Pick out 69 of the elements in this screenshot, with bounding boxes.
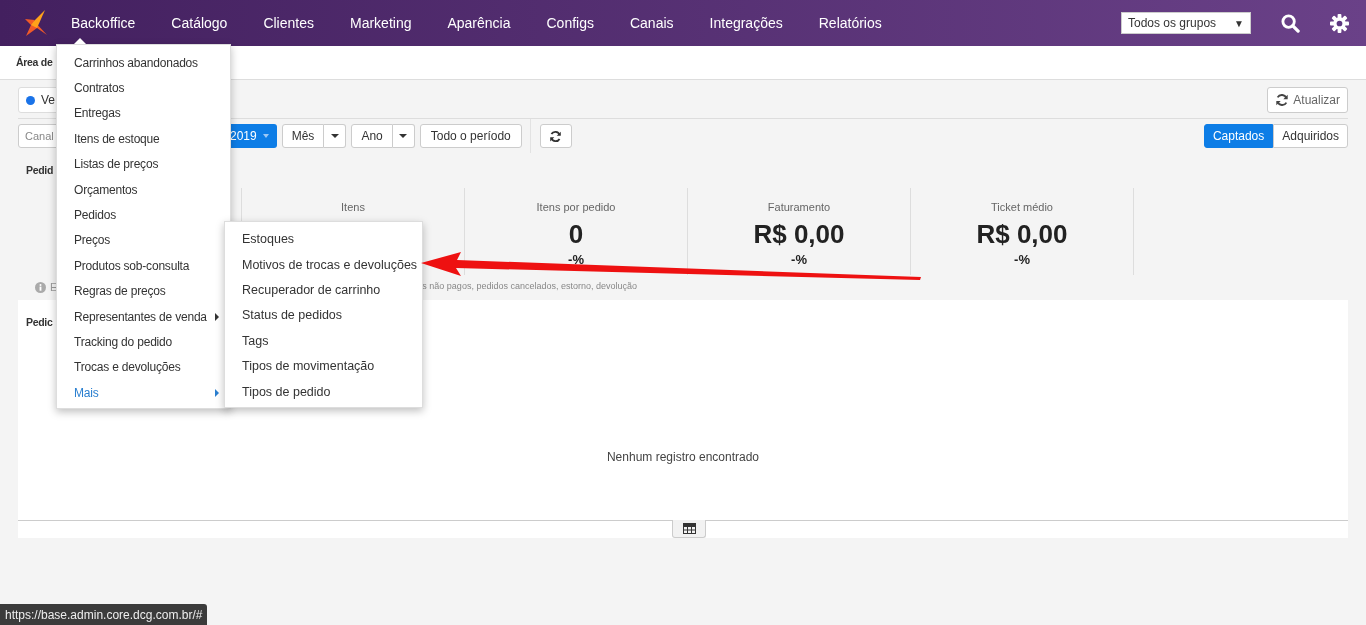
menu-item[interactable]: Regras de preços — [57, 278, 223, 304]
nav-item[interactable]: Clientes — [245, 0, 332, 46]
stat-change: -% — [568, 250, 584, 269]
toggle-button[interactable]: Captados — [1203, 124, 1274, 148]
stat-label: Itens — [341, 200, 365, 215]
menu-item[interactable]: Preços — [57, 227, 223, 254]
caret-icon — [399, 134, 408, 138]
menu-item[interactable]: Orçamentos — [57, 176, 223, 203]
empty-message: Nenhum registro encontrado — [606, 450, 760, 464]
nav-item[interactable]: Relatórios — [800, 0, 900, 46]
toggle-button[interactable]: Adquiridos — [1273, 124, 1348, 148]
menu-item[interactable]: Tipos de pedido — [225, 379, 422, 405]
caret-icon — [215, 312, 219, 321]
menu-item[interactable]: Mais — [57, 380, 223, 406]
period-button[interactable]: Mês — [281, 124, 325, 148]
info-note: E — [50, 279, 58, 295]
info-icon — [35, 281, 46, 293]
stat-change: -% — [1014, 250, 1030, 269]
settings-icon[interactable] — [1330, 13, 1349, 33]
dropdown-button[interactable] — [324, 124, 347, 148]
stat-value: R$ 0,00 — [753, 218, 845, 249]
nav-item[interactable]: Canais — [611, 0, 692, 46]
menu-item[interactable]: Pedidos — [57, 202, 223, 228]
stat-label: Ticket médio — [991, 200, 1053, 215]
menu-item[interactable]: Estoques — [225, 227, 422, 253]
stat-label: Faturamento — [767, 200, 831, 215]
dropdown-button[interactable] — [392, 124, 415, 148]
menu-item[interactable]: Listas de preços — [57, 151, 223, 177]
group-select[interactable]: Todos os grupos ▼ — [1121, 12, 1251, 34]
menu-item[interactable]: Trocas e devoluções — [57, 354, 223, 381]
menu-item[interactable]: Tracking do pedido — [57, 329, 223, 355]
nav-item[interactable]: Aparência — [429, 0, 529, 46]
logo-icon[interactable] — [25, 10, 49, 36]
stat-value: R$ 0,00 — [976, 218, 1068, 249]
refresh-icon — [549, 129, 563, 143]
menu-item[interactable]: Representantes de venda — [57, 303, 223, 330]
menu-item[interactable]: Carrinhos abandonados — [57, 50, 223, 76]
stat-value: 0 — [568, 218, 584, 249]
table-icon — [682, 523, 696, 534]
nav-item[interactable]: Configs — [528, 0, 612, 46]
caret-icon — [262, 134, 269, 138]
breadcrumb: Área de — [16, 54, 53, 70]
reload-button[interactable] — [539, 124, 572, 148]
menu-item[interactable]: Status de pedidos — [225, 303, 422, 329]
menu-item[interactable]: Produtos sob-consulta — [57, 253, 223, 279]
menu-item[interactable]: Itens de estoque — [57, 126, 223, 152]
table-toggle-button[interactable] — [672, 520, 706, 538]
year-button[interactable]: 2019 — [230, 124, 277, 148]
nav-item[interactable]: Catálogo — [153, 0, 246, 46]
nav-item[interactable]: Integrações — [691, 0, 801, 46]
status-bar-url: https://base.admin.core.dcg.com.br/# — [0, 604, 208, 625]
refresh-icon — [1275, 93, 1290, 107]
stat-label: Itens por pedido — [536, 200, 616, 215]
stat-change: -% — [791, 250, 807, 269]
caret-icon — [330, 134, 339, 138]
info-note: s não pagos, pedidos cancelados, estorno, devolução — [422, 280, 637, 294]
period-button[interactable]: Ano — [351, 124, 393, 148]
menu-item[interactable]: Recuperador de carrinho — [225, 277, 422, 304]
menu-item[interactable]: Tags — [225, 328, 422, 354]
all-period-button[interactable]: Todo o período — [419, 124, 522, 148]
section-title: Pedid — [26, 164, 54, 176]
menu-item[interactable]: Motivos de trocas e devoluções — [225, 252, 422, 278]
nav-item[interactable]: Backoffice — [71, 0, 154, 46]
nav-item[interactable]: Marketing — [332, 0, 430, 46]
panel-title: Pedic — [26, 316, 53, 328]
menu-item[interactable]: Tipos de movimentação — [225, 353, 422, 380]
caret-icon — [215, 388, 219, 397]
search-icon[interactable] — [1281, 13, 1300, 33]
refresh-button[interactable]: Atualizar — [1267, 87, 1348, 113]
